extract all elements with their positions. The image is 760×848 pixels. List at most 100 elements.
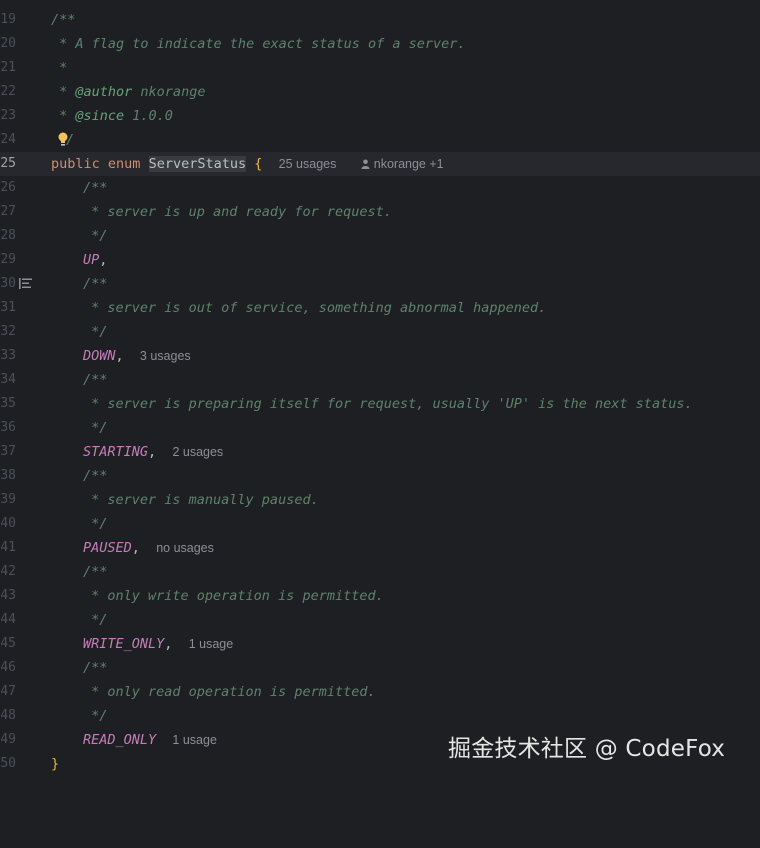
line-number: 28	[0, 228, 16, 243]
code-line[interactable]: 27 * server is up and ready for request.	[0, 200, 760, 224]
comment-text: /**	[83, 660, 108, 676]
code-line[interactable]: 43 * only write operation is permitted.	[0, 584, 760, 608]
usages-hint[interactable]: 2 usages	[172, 445, 223, 459]
usages-hint[interactable]: 3 usages	[140, 349, 191, 363]
code-line[interactable]: 28 */	[0, 224, 760, 248]
javadoc-tag: @author	[75, 84, 133, 100]
brace: }	[51, 756, 60, 772]
javadoc-tag-value: 1.0.0	[124, 108, 173, 124]
class-name[interactable]: ServerStatus	[148, 156, 247, 172]
implementations-gutter-icon[interactable]	[19, 278, 33, 289]
usages-hint[interactable]: 1 usage	[189, 637, 233, 651]
enum-constant[interactable]: DOWN	[83, 348, 116, 364]
code-line[interactable]: 32 */	[0, 320, 760, 344]
comment-text: * server is preparing itself for request…	[83, 396, 693, 412]
comment-text: */	[83, 324, 108, 340]
usages-hint[interactable]: 1 usage	[172, 733, 216, 747]
comma: ,	[115, 348, 124, 364]
line-number: 27	[0, 204, 16, 219]
line-number: 40	[0, 516, 16, 531]
code-line[interactable]: 40 */	[0, 512, 760, 536]
comment-text: * server is up and ready for request.	[83, 204, 392, 220]
enum-constant[interactable]: READ_ONLY	[83, 732, 156, 748]
code-line[interactable]: 29 UP,	[0, 248, 760, 272]
comment-text: /**	[51, 12, 76, 28]
code-line[interactable]: 23 * @since 1.0.0	[0, 104, 760, 128]
enum-constant-line: UP,	[83, 248, 107, 272]
usages-hint[interactable]: no usages	[156, 541, 214, 555]
usages-hint[interactable]: 25 usages	[279, 157, 337, 171]
line-number: 37	[0, 444, 16, 459]
code-line[interactable]: 39 * server is manually paused.	[0, 488, 760, 512]
line-number: 21	[0, 60, 16, 75]
line-number: 26	[0, 180, 16, 195]
comment-text: */	[83, 612, 108, 628]
line-number: 19	[0, 12, 16, 27]
code-line[interactable]: 20 * A flag to indicate the exact status…	[0, 32, 760, 56]
comma: ,	[148, 444, 157, 460]
code-line[interactable]: 31 * server is out of service, something…	[0, 296, 760, 320]
line-number: 30	[0, 276, 16, 291]
code-line[interactable]: 19 /**	[0, 8, 760, 32]
comment-text: /**	[83, 468, 108, 484]
code-line[interactable]: 41 PAUSED, no usages	[0, 536, 760, 560]
line-number: 34	[0, 372, 16, 387]
code-line[interactable]: 37 STARTING, 2 usages	[0, 440, 760, 464]
javadoc-tag: @since	[75, 108, 125, 124]
author-hint[interactable]: nkorange +1	[361, 157, 444, 171]
brace: {	[254, 156, 263, 172]
code-line[interactable]: 42 /**	[0, 560, 760, 584]
comment-text: */	[83, 516, 108, 532]
enum-constant[interactable]: PAUSED	[83, 540, 132, 556]
enum-constant[interactable]: UP	[83, 252, 99, 268]
line-number: 49	[0, 732, 16, 747]
comment-text: /**	[83, 276, 108, 292]
comment-text: /	[66, 132, 75, 148]
line-number: 20	[0, 36, 16, 51]
code-line[interactable]: 38 /**	[0, 464, 760, 488]
code-line[interactable]: 46 /**	[0, 656, 760, 680]
comment-text: *	[51, 60, 68, 76]
line-number: 22	[0, 84, 16, 99]
code-line-current[interactable]: 25 public enum ServerStatus { 25 usages …	[0, 152, 760, 176]
javadoc-since-line: * @since 1.0.0	[51, 108, 173, 124]
code-editor[interactable]: 19 /** 20 * A flag to indicate the exact…	[0, 0, 760, 785]
comment-text: */	[83, 420, 108, 436]
line-number: 36	[0, 420, 16, 435]
line-number: 45	[0, 636, 16, 651]
line-number: 47	[0, 684, 16, 699]
line-number: 48	[0, 708, 16, 723]
code-line[interactable]: 26 /**	[0, 176, 760, 200]
code-line[interactable]: 21 *	[0, 56, 760, 80]
code-line[interactable]: 36 */	[0, 416, 760, 440]
code-line[interactable]: 35 * server is preparing itself for requ…	[0, 392, 760, 416]
comment-text: /**	[83, 564, 108, 580]
enum-constant-line: WRITE_ONLY, 1 usage	[83, 632, 233, 656]
code-line[interactable]: 24 /	[0, 128, 760, 152]
enum-constant-line: READ_ONLY 1 usage	[83, 728, 217, 752]
line-number: 33	[0, 348, 16, 363]
code-line[interactable]: 47 * only read operation is permitted.	[0, 680, 760, 704]
enum-constant-line: DOWN, 3 usages	[83, 344, 191, 368]
code-line[interactable]: 30 /**	[0, 272, 760, 296]
code-line[interactable]: 22 * @author nkorange	[0, 80, 760, 104]
comment-text: */	[83, 228, 108, 244]
comma: ,	[99, 252, 108, 268]
code-line[interactable]: 34 /**	[0, 368, 760, 392]
enum-constant[interactable]: STARTING	[83, 444, 148, 460]
line-number: 44	[0, 612, 16, 627]
line-number: 43	[0, 588, 16, 603]
code-line[interactable]: 44 */	[0, 608, 760, 632]
code-line[interactable]: 45 WRITE_ONLY, 1 usage	[0, 632, 760, 656]
comment-text: * server is out of service, something ab…	[83, 300, 547, 316]
enum-constant[interactable]: WRITE_ONLY	[83, 636, 164, 652]
comment-text: * only read operation is permitted.	[83, 684, 376, 700]
line-number: 29	[0, 252, 16, 267]
code-line[interactable]: 48 */	[0, 704, 760, 728]
code-line[interactable]: 33 DOWN, 3 usages	[0, 344, 760, 368]
line-number: 23	[0, 108, 16, 123]
line-number: 35	[0, 396, 16, 411]
comma: ,	[131, 540, 140, 556]
enum-constant-line: STARTING, 2 usages	[83, 440, 223, 464]
javadoc-tag-value: nkorange	[132, 84, 206, 100]
